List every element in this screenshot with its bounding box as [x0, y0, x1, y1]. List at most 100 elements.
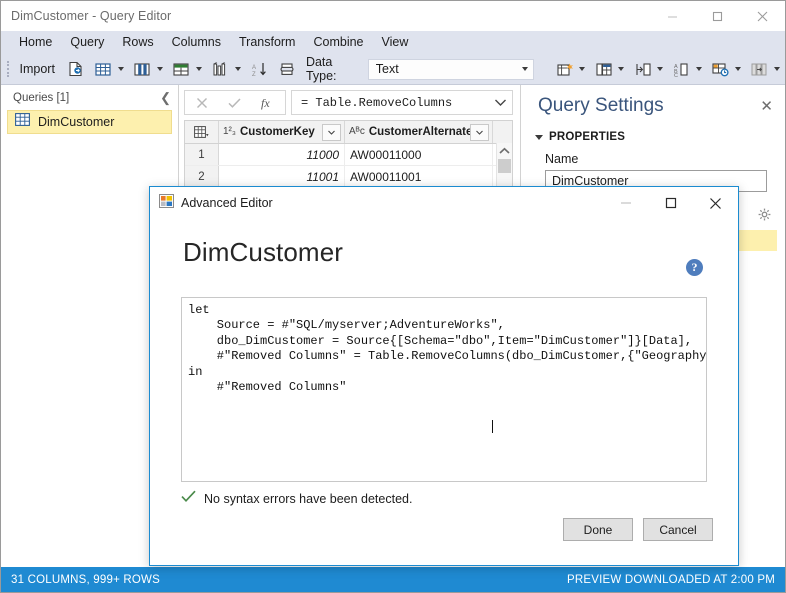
transpose-button[interactable]: [630, 56, 667, 82]
window-maximize-button[interactable]: [695, 1, 740, 31]
advanced-editor-minimize-button[interactable]: [603, 187, 648, 219]
split-column-dropdown-arrow[interactable]: [195, 67, 202, 71]
done-button[interactable]: Done: [563, 518, 633, 541]
svg-text:Z: Z: [252, 72, 256, 77]
import-file-button[interactable]: [63, 56, 89, 82]
row-number: 1: [185, 144, 219, 165]
ribbon-tab-combine[interactable]: Combine: [304, 31, 372, 54]
queries-pane-header: Queries [1] ❮: [1, 85, 178, 108]
advanced-editor-window-controls: [603, 187, 738, 219]
recent-sources-icon: [749, 59, 771, 79]
checkmark-icon: [181, 490, 196, 508]
choose-columns-dropdown-arrow[interactable]: [117, 67, 124, 71]
cell-customerkey[interactable]: 11001: [219, 166, 345, 187]
query-list-item-dimcustomer[interactable]: DimCustomer: [7, 110, 172, 134]
data-type-detect-dropdown-arrow[interactable]: [696, 67, 702, 71]
split-column-button[interactable]: [169, 56, 206, 82]
chevron-left-icon[interactable]: ❮: [160, 91, 171, 104]
column-type-icon-number: 1²₃: [223, 126, 236, 137]
new-source-dropdown-arrow[interactable]: [735, 67, 741, 71]
advanced-editor-close-button[interactable]: [693, 187, 738, 219]
new-source-button[interactable]: [708, 56, 745, 82]
merge-queries-button[interactable]: [552, 56, 589, 82]
close-icon[interactable]: ✕: [760, 99, 773, 114]
transpose-dropdown-arrow[interactable]: [657, 67, 663, 71]
data-type-detect-button[interactable]: A B C: [669, 56, 706, 82]
replace-values-button[interactable]: [275, 56, 301, 82]
data-type-label: Data Type:: [305, 55, 337, 83]
window-title: DimCustomer - Query Editor: [11, 9, 172, 23]
column-type-icon-text: Aᴮᴄ: [349, 126, 365, 137]
cell-customerkey[interactable]: 11000: [219, 144, 345, 165]
keep-remove-rows-icon: [132, 59, 154, 79]
gear-icon[interactable]: [758, 208, 771, 226]
advanced-editor-actions: Done Cancel: [553, 518, 713, 541]
cell-customeralternatekey[interactable]: AW00011001: [345, 166, 493, 187]
data-type-detect-icon: A B C: [671, 59, 693, 79]
text-caret: [492, 420, 493, 433]
group-by-icon: [210, 59, 232, 79]
query-name-label: DimCustomer: [38, 115, 115, 129]
chevron-down-icon[interactable]: [488, 98, 512, 107]
ribbon-tab-transform[interactable]: Transform: [230, 31, 305, 54]
merge-queries-dropdown-arrow[interactable]: [579, 67, 585, 71]
window-minimize-button[interactable]: [650, 1, 695, 31]
grid-header-row: 1²₃ CustomerKey Aᴮᴄ CustomerAlternateKey: [185, 121, 512, 144]
append-queries-dropdown-arrow[interactable]: [618, 67, 624, 71]
queries-count-label: Queries [1]: [13, 91, 70, 104]
formula-input[interactable]: = Table.RemoveColumns: [291, 90, 513, 115]
ribbon-tab-query[interactable]: Query: [61, 31, 113, 54]
group-by-dropdown-arrow[interactable]: [234, 67, 241, 71]
keep-remove-rows-dropdown-arrow[interactable]: [156, 67, 163, 71]
query-settings-header: Query Settings ✕: [521, 85, 785, 117]
import-file-icon: [65, 59, 87, 79]
filter-dropdown-icon[interactable]: [322, 123, 341, 141]
data-type-dropdown-arrow[interactable]: [516, 67, 533, 71]
choose-columns-button[interactable]: [91, 56, 128, 82]
append-queries-icon: [593, 59, 615, 79]
fx-icon[interactable]: fx: [252, 91, 285, 114]
import-button[interactable]: Import: [13, 62, 62, 76]
scrollbar-thumb[interactable]: [498, 159, 511, 173]
svg-text:fx: fx: [261, 96, 270, 110]
group-by-button[interactable]: [208, 56, 245, 82]
ribbon-tab-bar: Home Query Rows Columns Transform Combin…: [1, 31, 785, 54]
svg-text:A: A: [252, 65, 256, 71]
filter-dropdown-icon[interactable]: [470, 123, 489, 141]
table-row[interactable]: 2 11001 AW00011001: [185, 166, 512, 188]
ribbon-tab-rows[interactable]: Rows: [113, 31, 162, 54]
data-type-select[interactable]: Text: [367, 58, 534, 80]
properties-section-header[interactable]: PROPERTIES: [535, 131, 785, 143]
ribbon-tab-view[interactable]: View: [373, 31, 418, 54]
formula-bar-buttons: fx: [184, 90, 286, 115]
formula-commit-button[interactable]: [218, 91, 251, 114]
append-queries-button[interactable]: [591, 56, 628, 82]
ribbon-tab-home[interactable]: Home: [10, 31, 61, 54]
query-code-text: let Source = #"SQL/myserver;AdventureWor…: [188, 303, 707, 395]
table-icon: [15, 113, 30, 131]
grid-column-name: CustomerAlternateKey: [368, 126, 470, 138]
keep-remove-rows-button[interactable]: [130, 56, 167, 82]
window-close-button[interactable]: [740, 1, 785, 31]
table-row[interactable]: 1 11000 AW00011000: [185, 144, 512, 166]
expander-triangle-icon[interactable]: [535, 134, 543, 140]
grid-column-header-customeralternatekey[interactable]: Aᴮᴄ CustomerAlternateKey: [345, 121, 493, 143]
grid-column-header-customerkey[interactable]: 1²₃ CustomerKey: [219, 121, 345, 143]
recent-sources-button[interactable]: [747, 56, 784, 82]
query-code-editor[interactable]: let Source = #"SQL/myserver;AdventureWor…: [181, 297, 707, 482]
choose-columns-icon: [93, 59, 115, 79]
syntax-status-message: No syntax errors have been detected.: [204, 492, 413, 506]
scroll-up-icon[interactable]: [497, 143, 512, 158]
advanced-editor-maximize-button[interactable]: [648, 187, 693, 219]
syntax-status: No syntax errors have been detected.: [181, 490, 412, 508]
recent-sources-dropdown-arrow[interactable]: [774, 67, 780, 71]
window-title-bar: DimCustomer - Query Editor: [1, 1, 785, 31]
formula-cancel-button[interactable]: [185, 91, 218, 114]
formula-value: = Table.RemoveColumns: [301, 95, 453, 110]
sort-az-button[interactable]: A Z: [247, 56, 273, 82]
cancel-button[interactable]: Cancel: [643, 518, 713, 541]
ribbon-tab-columns[interactable]: Columns: [163, 31, 230, 54]
select-all-table-icon[interactable]: [185, 121, 219, 143]
cell-customeralternatekey[interactable]: AW00011000: [345, 144, 493, 165]
help-icon[interactable]: ?: [686, 259, 703, 276]
